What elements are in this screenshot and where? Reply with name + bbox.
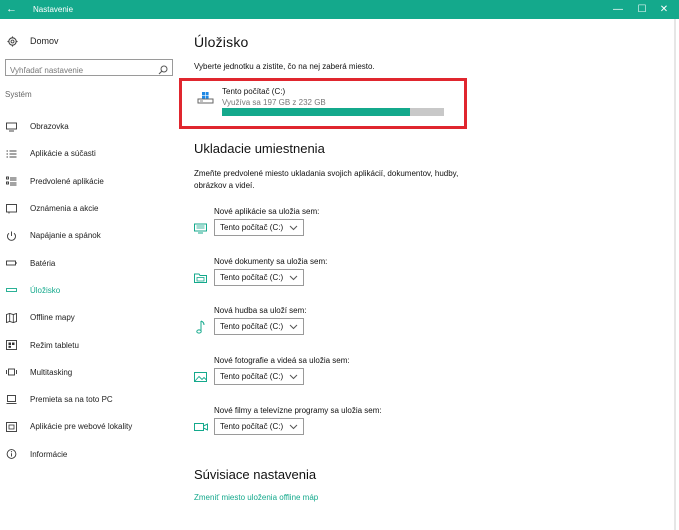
drive-usage-fill — [222, 108, 411, 116]
drive-usage-text: Využíva sa 197 GB z 232 GB — [222, 98, 326, 107]
sidebar-item-bateria[interactable]: Batéria — [0, 249, 185, 276]
map-icon — [6, 312, 17, 323]
sidebar-item-multitasking[interactable]: Multitasking — [0, 359, 185, 386]
sidebar-item-label: Multitasking — [30, 367, 73, 377]
home-link[interactable]: Domov — [6, 33, 59, 49]
chevron-down-icon — [289, 422, 298, 431]
sidebar-item-label: Informácie — [30, 449, 68, 459]
close-icon[interactable]: ✕ — [656, 2, 672, 17]
dropdown-value: Tento počítač (C:) — [220, 223, 284, 232]
window-title: Nastavenie — [33, 5, 74, 14]
sidebar-item-oznamenia[interactable]: Oznámenia a akcie — [0, 195, 185, 222]
drive-usage-bar — [222, 108, 444, 116]
save-group-label: Nové filmy a televízne programy sa uloži… — [214, 406, 382, 415]
chevron-down-icon — [289, 322, 298, 331]
info-icon — [6, 449, 17, 460]
search-icon[interactable] — [158, 62, 168, 75]
sidebar-item-label: Offline mapy — [30, 313, 75, 323]
sidebar-item-premieta[interactable]: Premieta sa na toto PC — [0, 386, 185, 413]
minimize-icon[interactable]: — — [610, 2, 626, 17]
offline-maps-location-link[interactable]: Zmeniť miesto uloženia offline máp — [194, 493, 318, 502]
sidebar-item-offline-mapy[interactable]: Offline mapy — [0, 304, 185, 331]
save-locations-description: Zmeňte predvolené miesto ukladania svoji… — [194, 169, 459, 190]
drive-icon — [197, 90, 215, 106]
gear-icon — [6, 35, 18, 47]
sidebar-item-webove-lokality[interactable]: Aplikácie pre webové lokality — [0, 413, 185, 440]
sidebar-item-ulozisko[interactable]: Úložisko — [0, 277, 185, 304]
save-group-label: Nové fotografie a videá sa uložia sem: — [214, 356, 350, 365]
related-settings-title: Súvisiace nastavenia — [194, 467, 317, 482]
save-locations-title: Ukladacie umiestnenia — [194, 141, 325, 156]
projecting-icon — [6, 394, 17, 405]
apps-save-icon — [194, 221, 207, 234]
dropdown-value: Tento počítač (C:) — [220, 322, 284, 331]
search-box[interactable] — [5, 59, 173, 78]
maximize-icon[interactable]: ☐ — [634, 2, 650, 17]
storage-subtitle: Vyberte jednotku a zistite, čo na nej za… — [194, 62, 375, 71]
save-group-music: Nová hudba sa uloží sem: Tento počítač (… — [194, 306, 454, 342]
section-label: Systém — [5, 90, 32, 99]
chevron-down-icon — [289, 273, 298, 282]
movies-location-dropdown[interactable]: Tento počítač (C:) — [214, 418, 304, 435]
web-apps-icon — [6, 421, 17, 432]
music-location-dropdown[interactable]: Tento počítač (C:) — [214, 318, 304, 335]
drive-name: Tento počítač (C:) — [222, 87, 286, 96]
music-note-icon — [194, 320, 207, 334]
storage-icon — [6, 285, 17, 295]
photos-icon — [194, 370, 207, 382]
photos-location-dropdown[interactable]: Tento počítač (C:) — [214, 368, 304, 385]
save-group-movies: Nové filmy a televízne programy sa uloži… — [194, 406, 454, 442]
documents-folder-icon — [194, 271, 207, 283]
battery-icon — [6, 258, 17, 268]
multitasking-icon — [6, 367, 17, 377]
save-group-documents: Nové dokumenty sa uložia sem: Tento počí… — [194, 257, 454, 293]
save-group-label: Nové aplikácie sa uložia sem: — [214, 207, 320, 216]
sidebar-item-rezim-tabletu[interactable]: Režim tabletu — [0, 331, 185, 358]
back-arrow-icon[interactable]: ← — [6, 2, 17, 17]
power-icon — [6, 231, 17, 241]
save-group-apps: Nové aplikácie sa uložia sem: Tento počí… — [194, 207, 454, 243]
default-apps-icon — [6, 176, 17, 186]
save-group-label: Nové dokumenty sa uložia sem: — [214, 257, 328, 266]
sidebar-item-label: Režim tabletu — [30, 340, 79, 350]
sidebar-nav: Obrazovka Aplikácie a súčasti Predvolené… — [0, 113, 185, 468]
sidebar-item-label: Úložisko — [30, 285, 61, 295]
sidebar-item-label: Batéria — [30, 258, 56, 268]
sidebar-item-label: Premieta sa na toto PC — [30, 395, 113, 405]
sidebar-item-predvolene-aplikacie[interactable]: Predvolené aplikácie — [0, 168, 185, 195]
sidebar-item-label: Oznámenia a akcie — [30, 204, 99, 214]
sidebar-item-label: Aplikácie pre webové lokality — [30, 422, 133, 432]
save-group-photos: Nové fotografie a videá sa uložia sem: T… — [194, 356, 454, 392]
dropdown-value: Tento počítač (C:) — [220, 273, 284, 282]
notifications-icon — [6, 203, 17, 214]
video-camera-icon — [194, 420, 208, 432]
apps-list-icon — [6, 149, 17, 159]
documents-location-dropdown[interactable]: Tento počítač (C:) — [214, 269, 304, 286]
page-title: Úložisko — [194, 34, 249, 50]
monitor-icon — [6, 122, 17, 132]
sidebar-item-label: Obrazovka — [30, 122, 69, 132]
sidebar-item-label: Aplikácie a súčasti — [30, 149, 96, 159]
dropdown-value: Tento počítač (C:) — [220, 372, 284, 381]
save-group-label: Nová hudba sa uloží sem: — [214, 306, 307, 315]
sidebar-item-obrazovka[interactable]: Obrazovka — [0, 113, 185, 140]
sidebar-item-napajanie[interactable]: Napájanie a spánok — [0, 222, 185, 249]
drive-item-c[interactable]: Tento počítač (C:) Využíva sa 197 GB z 2… — [194, 83, 454, 121]
chevron-down-icon — [289, 372, 298, 381]
sidebar-item-label: Predvolené aplikácie — [30, 176, 104, 186]
title-bar: ← Nastavenie — ☐ ✕ — [0, 0, 679, 19]
chevron-down-icon — [289, 223, 298, 232]
scrollbar[interactable] — [674, 19, 676, 530]
apps-location-dropdown[interactable]: Tento počítač (C:) — [214, 219, 304, 236]
sidebar-item-aplikacie[interactable]: Aplikácie a súčasti — [0, 140, 185, 167]
sidebar-item-informacie[interactable]: Informácie — [0, 441, 185, 468]
home-label: Domov — [30, 36, 59, 46]
search-input[interactable] — [6, 63, 156, 78]
dropdown-value: Tento počítač (C:) — [220, 422, 284, 431]
tablet-mode-icon — [6, 340, 17, 350]
sidebar-item-label: Napájanie a spánok — [30, 231, 101, 241]
